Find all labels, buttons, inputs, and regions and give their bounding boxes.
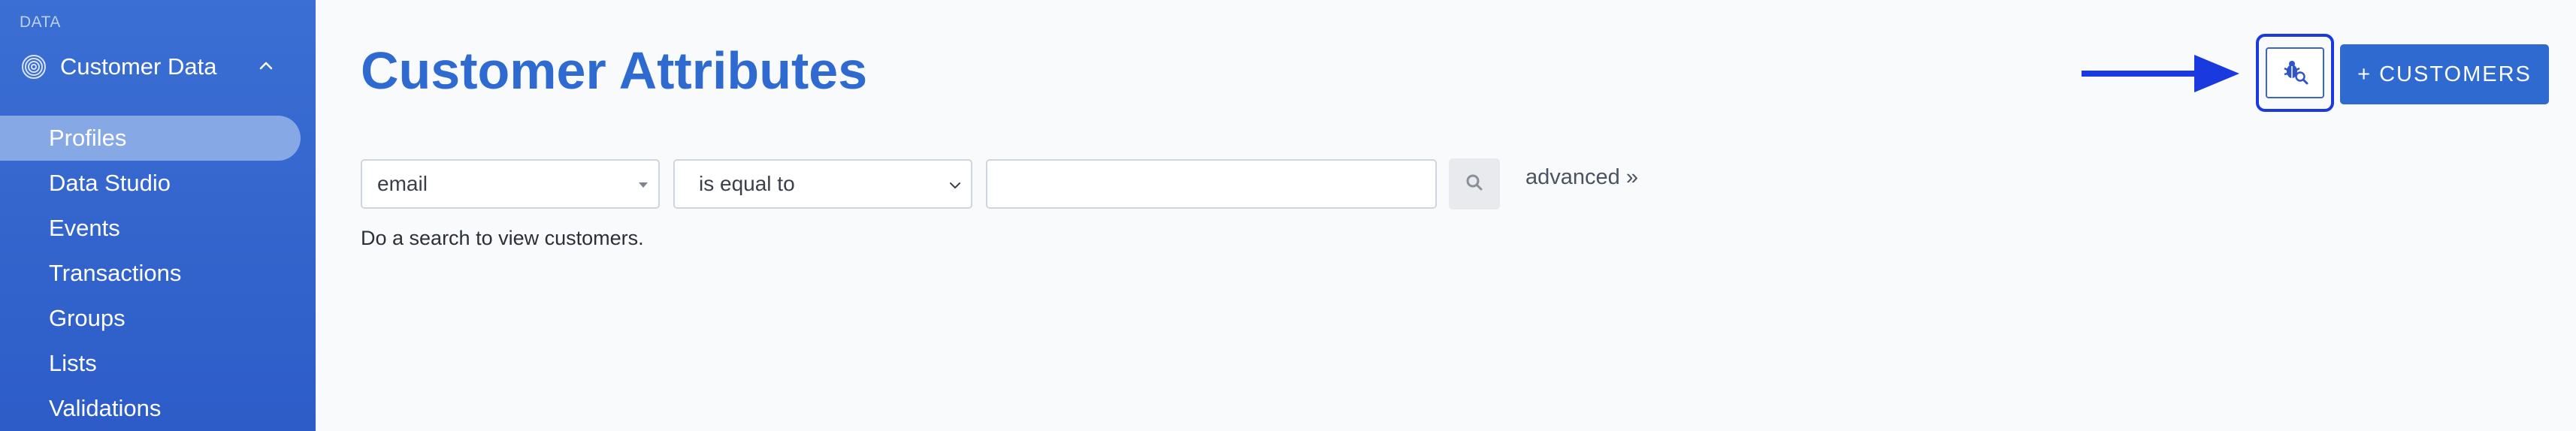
search-icon <box>1465 173 1484 196</box>
sidebar-item-groups[interactable]: Groups <box>0 296 301 341</box>
advanced-search-link[interactable]: advanced » <box>1525 165 1638 190</box>
field-select[interactable]: email <box>361 159 660 209</box>
sidebar-item-label: Data Studio <box>49 170 171 196</box>
sidebar-item-label: Validations <box>49 395 162 421</box>
field-select-value: email <box>377 172 428 195</box>
annotation-arrow <box>2082 55 2239 92</box>
page-title: Customer Attributes <box>361 41 868 100</box>
sidebar-group-customer-data[interactable]: Customer Data <box>21 48 296 86</box>
bug-search-icon <box>2280 56 2310 90</box>
sidebar-item-transactions[interactable]: Transactions <box>0 251 301 296</box>
search-button[interactable] <box>1449 158 1500 209</box>
value-input[interactable] <box>986 159 1437 209</box>
chevron-up-icon <box>257 57 275 75</box>
debug-button-highlight[interactable] <box>2256 34 2334 112</box>
search-hint: Do a search to view customers. <box>361 227 644 249</box>
operator-select-value: is equal to <box>699 172 795 195</box>
sidebar-group-label: Customer Data <box>60 53 217 80</box>
sidebar-item-lists[interactable]: Lists <box>0 341 301 386</box>
sidebar-item-label: Groups <box>49 305 125 331</box>
operator-select[interactable]: is equal to <box>673 159 972 209</box>
sidebar-item-label: Profiles <box>49 125 127 151</box>
add-customers-button[interactable]: + CUSTOMERS <box>2340 44 2549 104</box>
sidebar-item-profiles[interactable]: Profiles <box>0 116 301 161</box>
sidebar: DATA Customer Data Profiles Data Studio … <box>0 0 316 431</box>
debug-button[interactable] <box>2266 47 2324 98</box>
sidebar-item-label: Lists <box>49 350 97 376</box>
sidebar-item-label: Transactions <box>49 260 182 286</box>
chevron-down-icon <box>947 177 963 194</box>
sidebar-section-label: DATA <box>20 14 61 31</box>
sidebar-item-validations[interactable]: Validations <box>0 386 301 431</box>
fingerprint-icon <box>21 54 47 80</box>
sidebar-item-data-studio[interactable]: Data Studio <box>0 161 301 206</box>
sidebar-item-events[interactable]: Events <box>0 206 301 251</box>
caret-down-icon <box>639 182 648 188</box>
sidebar-item-label: Events <box>49 215 120 241</box>
